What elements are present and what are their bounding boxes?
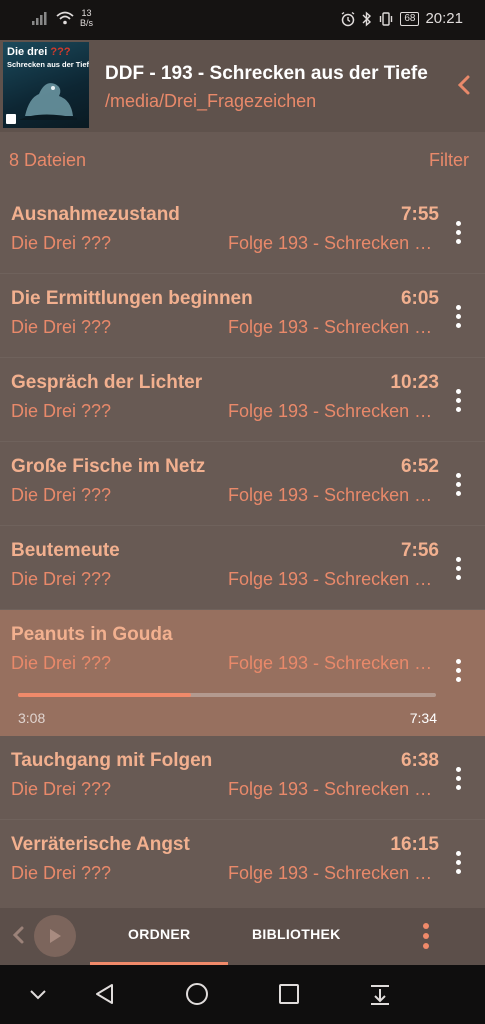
more-options-icon[interactable] (445, 848, 471, 876)
track-artist: Die Drei ??? (11, 863, 112, 883)
track-row[interactable]: Beutemeute 7:56 Die Drei ??? Folge 193 -… (0, 526, 485, 610)
more-options-icon[interactable] (445, 764, 471, 792)
more-options-icon[interactable] (445, 656, 471, 684)
track-title: Beutemeute (11, 540, 120, 561)
tab-library[interactable]: BIBLIOTHEK (252, 926, 341, 942)
clock: 20:21 (425, 10, 463, 27)
back-triangle-icon[interactable] (92, 981, 118, 1007)
cover-subtitle: Schrecken aus der Tiefe (7, 60, 89, 69)
track-album: Folge 193 - Schrecken aus der Tiefe (228, 401, 440, 421)
playback-progress-bar[interactable] (18, 693, 436, 697)
battery-indicator: 68 (400, 11, 420, 26)
track-artist: Die Drei ??? (11, 317, 112, 337)
file-count: 8 Dateien (9, 150, 87, 170)
track-artist: Die Drei ??? (11, 233, 112, 253)
more-options-icon[interactable] (445, 218, 471, 246)
track-row[interactable]: Ausnahmezustand 7:55 Die Drei ??? Folge … (0, 190, 485, 274)
track-artist: Die Drei ??? (11, 653, 112, 673)
track-row[interactable]: Gespräch der Lichter 10:23 Die Drei ??? … (0, 358, 485, 442)
network-speed-value: 13 (81, 8, 92, 18)
track-artist: Die Drei ??? (11, 401, 112, 421)
chevron-down-icon[interactable] (25, 981, 51, 1007)
network-speed: 13 B/s (80, 8, 93, 28)
track-row[interactable]: Verräterische Angst 16:15 Die Drei ??? F… (0, 820, 485, 904)
bluetooth-icon (362, 10, 372, 27)
track-row-playing[interactable]: Peanuts in Gouda Die Drei ??? Folge 193 … (0, 610, 485, 736)
wifi-icon (56, 11, 74, 25)
home-circle-icon[interactable] (184, 981, 210, 1007)
track-album: Folge 193 - Schrecken aus der Tiefe (228, 233, 440, 253)
track-artist: Die Drei ??? (11, 485, 112, 505)
playback-length: 7:34 (409, 710, 437, 726)
sea-creature-icon (19, 83, 77, 120)
track-duration: 10:23 (390, 372, 439, 393)
track-title: Peanuts in Gouda (11, 624, 173, 645)
album-cover[interactable]: Die drei ??? Schrecken aus der Tiefe (3, 42, 89, 128)
signal-icon (32, 12, 47, 25)
playback-position: 3:08 (18, 710, 46, 726)
recents-square-icon[interactable] (276, 981, 302, 1007)
track-album: Folge 193 - Schrecken aus der Tiefe (228, 653, 440, 673)
track-duration: 6:05 (400, 288, 439, 309)
more-options-icon[interactable] (445, 470, 471, 498)
track-title: Gespräch der Lichter (11, 372, 203, 393)
vibrate-icon (380, 11, 393, 26)
track-title: Die Ermittlungen beginnen (11, 288, 253, 309)
status-left: 13 B/s (32, 8, 93, 28)
track-album: Folge 193 - Schrecken aus der Tiefe (228, 569, 440, 589)
album-header: Die drei ??? Schrecken aus der Tiefe DDF… (0, 40, 485, 132)
track-title: Ausnahmezustand (11, 204, 180, 225)
cover-title: Die drei ??? (7, 46, 71, 58)
track-list: Ausnahmezustand 7:55 Die Drei ??? Folge … (0, 190, 485, 904)
track-row[interactable]: Tauchgang mit Folgen 6:38 Die Drei ??? F… (0, 736, 485, 820)
play-button[interactable] (34, 915, 76, 957)
track-artist: Die Drei ??? (11, 569, 112, 589)
menu-more-icon[interactable] (421, 921, 431, 951)
track-album: Folge 193 - Schrecken aus der Tiefe (228, 863, 440, 883)
play-icon (50, 929, 61, 943)
notification-pull-icon[interactable] (367, 981, 393, 1007)
track-album: Folge 193 - Schrecken aus der Tiefe (228, 485, 440, 505)
tab-folder[interactable]: ORDNER (128, 926, 190, 942)
track-duration: 7:56 (400, 540, 439, 561)
track-album: Folge 193 - Schrecken aus der Tiefe (228, 779, 440, 799)
track-title: Große Fische im Netz (11, 456, 206, 477)
track-duration: 16:15 (390, 834, 439, 855)
alarm-icon (341, 11, 355, 26)
chevron-left-icon[interactable] (457, 74, 471, 96)
publisher-logo (6, 114, 16, 124)
more-options-icon[interactable] (445, 386, 471, 414)
more-options-icon[interactable] (445, 302, 471, 330)
track-title: Tauchgang mit Folgen (11, 750, 213, 771)
track-duration: 6:52 (400, 456, 439, 477)
album-title: DDF - 193 - Schrecken aus der Tiefe (105, 63, 428, 84)
list-header: 8 Dateien Filter (0, 138, 485, 180)
network-speed-unit: B/s (80, 18, 94, 28)
status-right: 68 20:21 (340, 10, 463, 27)
chevron-left-icon[interactable] (10, 924, 26, 946)
track-duration: 7:55 (400, 204, 439, 225)
cover-title-q: ??? (50, 46, 71, 58)
track-artist: Die Drei ??? (11, 779, 112, 799)
track-duration: 6:38 (400, 750, 439, 771)
status-bar: 13 B/s 68 20:21 (0, 0, 485, 40)
bottom-bar: ORDNER BIBLIOTHEK (0, 908, 485, 965)
playback-progress-fill (18, 693, 192, 697)
track-album: Folge 193 - Schrecken aus der Tiefe (228, 317, 440, 337)
system-nav-bar (0, 965, 485, 1024)
filter-button[interactable]: Filter (429, 150, 469, 171)
track-row[interactable]: Große Fische im Netz 6:52 Die Drei ??? F… (0, 442, 485, 526)
folder-path[interactable]: /media/Drei_Fragezeichen (105, 91, 316, 112)
track-title: Verräterische Angst (11, 834, 190, 855)
cover-title-main: Die drei (7, 46, 51, 58)
track-row[interactable]: Die Ermittlungen beginnen 6:05 Die Drei … (0, 274, 485, 358)
more-options-icon[interactable] (445, 554, 471, 582)
